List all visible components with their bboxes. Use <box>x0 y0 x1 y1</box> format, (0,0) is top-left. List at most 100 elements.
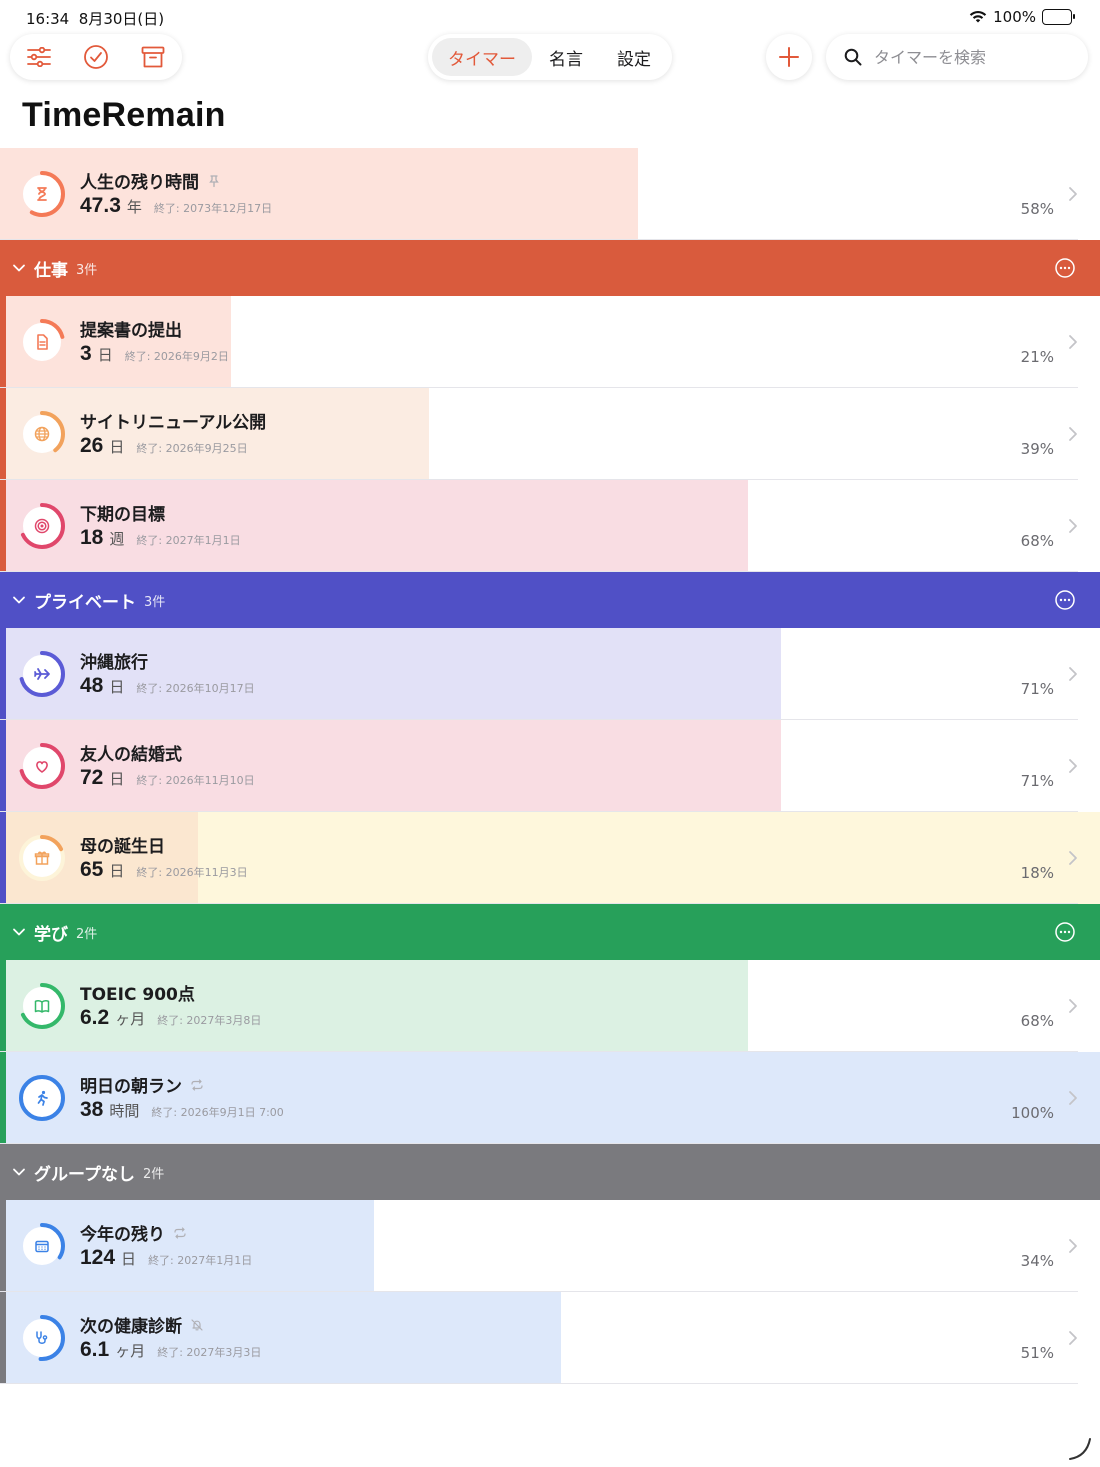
search-icon <box>844 48 862 66</box>
more-options-icon[interactable] <box>1054 921 1076 943</box>
remaining-value: 6.1 <box>80 1338 110 1361</box>
chevron-down-icon <box>13 596 25 604</box>
progress-ring <box>19 743 65 789</box>
group-name: プライベート <box>34 592 136 613</box>
completed-button[interactable] <box>76 37 116 77</box>
remaining-value: 65 <box>80 858 104 881</box>
progress-ring <box>19 503 65 549</box>
timer-row[interactable]: 母の誕生日 65 日終了: 2026年11月3日 18% <box>0 812 1100 904</box>
chevron-right-icon <box>1069 335 1077 349</box>
group-accent-stripe <box>0 1052 6 1144</box>
progress-percent: 34% <box>1020 1252 1054 1270</box>
progress-percent: 58% <box>1020 200 1054 218</box>
remaining-unit: 日 <box>97 346 113 364</box>
remaining-value: 26 <box>80 434 104 457</box>
more-options-icon[interactable] <box>1054 589 1076 611</box>
chevron-right-icon <box>1069 1239 1077 1253</box>
remaining-unit: 週 <box>109 530 125 548</box>
chevron-right-icon <box>1069 519 1077 533</box>
timer-row[interactable]: 提案書の提出 3 日終了: 2026年9月2日 21% <box>0 296 1100 388</box>
group-accent-stripe <box>0 628 6 720</box>
progress-ring <box>19 319 65 365</box>
progress-percent: 68% <box>1020 1012 1054 1030</box>
remaining-value: 124 <box>80 1246 116 1269</box>
end-date: 終了: 2026年9月25日 <box>136 442 248 455</box>
search-input[interactable] <box>872 46 1076 68</box>
progress-percent: 18% <box>1020 864 1054 882</box>
progress-ring <box>19 651 65 697</box>
timer-title: 今年の残り <box>80 1220 187 1245</box>
tab-settings[interactable]: 設定 <box>600 38 668 76</box>
chevron-down-icon <box>13 928 25 936</box>
end-date: 終了: 2026年11月10日 <box>136 774 255 787</box>
add-timer-button[interactable] <box>766 34 812 80</box>
remaining-unit: ヶ月 <box>115 1342 146 1360</box>
status-time: 16:34 8月30日(日) <box>26 10 165 28</box>
timer-remaining: 18 週終了: 2027年1月1日 <box>80 526 241 550</box>
end-date: 終了: 2026年10月17日 <box>136 682 255 695</box>
remaining-unit: 日 <box>121 1250 137 1268</box>
remaining-unit: 日 <box>109 678 125 696</box>
sliders-icon <box>26 47 51 67</box>
timer-row[interactable]: 人生の残り時間 47.3 年終了: 2073年12月17日 58% <box>0 148 1100 240</box>
progress-ring <box>19 1315 65 1361</box>
group-header[interactable]: グループなし 2件 <box>0 1144 1100 1200</box>
chevron-right-icon <box>1069 667 1077 681</box>
remaining-value: 72 <box>80 766 104 789</box>
group-header[interactable]: 仕事 3件 <box>0 240 1100 296</box>
remaining-value: 3 <box>80 342 92 365</box>
tab-timer[interactable]: タイマー <box>432 38 532 76</box>
progress-percent: 51% <box>1020 1344 1054 1362</box>
progress-percent: 100% <box>1011 1104 1054 1122</box>
repeat-icon <box>191 1078 203 1091</box>
timer-title: 母の誕生日 <box>80 837 165 857</box>
timer-remaining: 72 日終了: 2026年11月10日 <box>80 766 255 790</box>
timer-row[interactable]: 下期の目標 18 週終了: 2027年1月1日 68% <box>0 480 1100 572</box>
tab-quotes[interactable]: 名言 <box>532 38 600 76</box>
timer-title: 人生の残り時間 <box>80 168 221 193</box>
progress-percent: 21% <box>1020 348 1054 366</box>
chevron-right-icon <box>1069 1331 1077 1345</box>
group-count: 3件 <box>76 262 98 278</box>
timer-row[interactable]: 沖縄旅行 48 日終了: 2026年10月17日 71% <box>0 628 1100 720</box>
remaining-unit: 年 <box>126 198 142 216</box>
end-date: 終了: 2027年3月8日 <box>157 1014 262 1027</box>
timer-row[interactable]: 今年の残り 124 日終了: 2027年1月1日 34% <box>0 1200 1100 1292</box>
timer-row[interactable]: サイトリニューアル公開 26 日終了: 2026年9月25日 39% <box>0 388 1100 480</box>
more-options-icon[interactable] <box>1054 257 1076 279</box>
group-header[interactable]: プライベート 3件 <box>0 572 1100 628</box>
chevron-right-icon <box>1069 187 1077 201</box>
progress-ring <box>19 1075 65 1121</box>
timer-title: 提案書の提出 <box>80 321 182 341</box>
end-date: 終了: 2026年9月2日 <box>124 350 229 363</box>
search-bar <box>826 34 1088 80</box>
progress-ring <box>19 171 65 217</box>
group-name: 学び <box>34 924 68 945</box>
timer-row[interactable]: 次の健康診断 6.1 ヶ月 終了: 2027年3月3日 51% <box>0 1292 1100 1384</box>
timer-row[interactable]: TOEIC 900点 6.2 ヶ月 終了: 2027年3月8日 68% <box>0 960 1100 1052</box>
timer-remaining: 6.2 ヶ月 終了: 2027年3月8日 <box>80 1006 261 1030</box>
filter-button[interactable] <box>19 37 59 77</box>
archive-button[interactable] <box>133 37 173 77</box>
bell-slash-icon <box>191 1318 203 1331</box>
group-header[interactable]: 学び 2件 <box>0 904 1100 960</box>
timer-remaining: 3 日終了: 2026年9月2日 <box>80 342 229 366</box>
timer-title: TOEIC 900点 <box>80 985 195 1005</box>
timer-row[interactable]: 明日の朝ラン 38 時間 終了: 2026年9月1日 7:00 100% <box>0 1052 1100 1144</box>
progress-percent: 71% <box>1020 680 1054 698</box>
timer-title: 下期の目標 <box>80 505 165 525</box>
remaining-unit: 日 <box>109 438 125 456</box>
timer-title: 明日の朝ラン <box>80 1072 204 1097</box>
checkmark-circle-icon <box>84 45 108 69</box>
resize-handle-icon[interactable] <box>1066 1435 1092 1461</box>
page-title: TimeRemain <box>22 96 226 134</box>
progress-ring <box>19 1223 65 1269</box>
timer-row[interactable]: 友人の結婚式 72 日終了: 2026年11月10日 71% <box>0 720 1100 812</box>
chevron-down-icon <box>13 264 25 272</box>
group-accent-stripe <box>0 1292 6 1384</box>
view-segmented-control: タイマー 名言 設定 <box>428 34 672 80</box>
end-date: 終了: 2026年9月1日 7:00 <box>151 1106 284 1119</box>
remaining-unit: ヶ月 <box>115 1010 146 1028</box>
battery-percent: 100% <box>993 8 1036 26</box>
wifi-icon <box>969 10 987 23</box>
